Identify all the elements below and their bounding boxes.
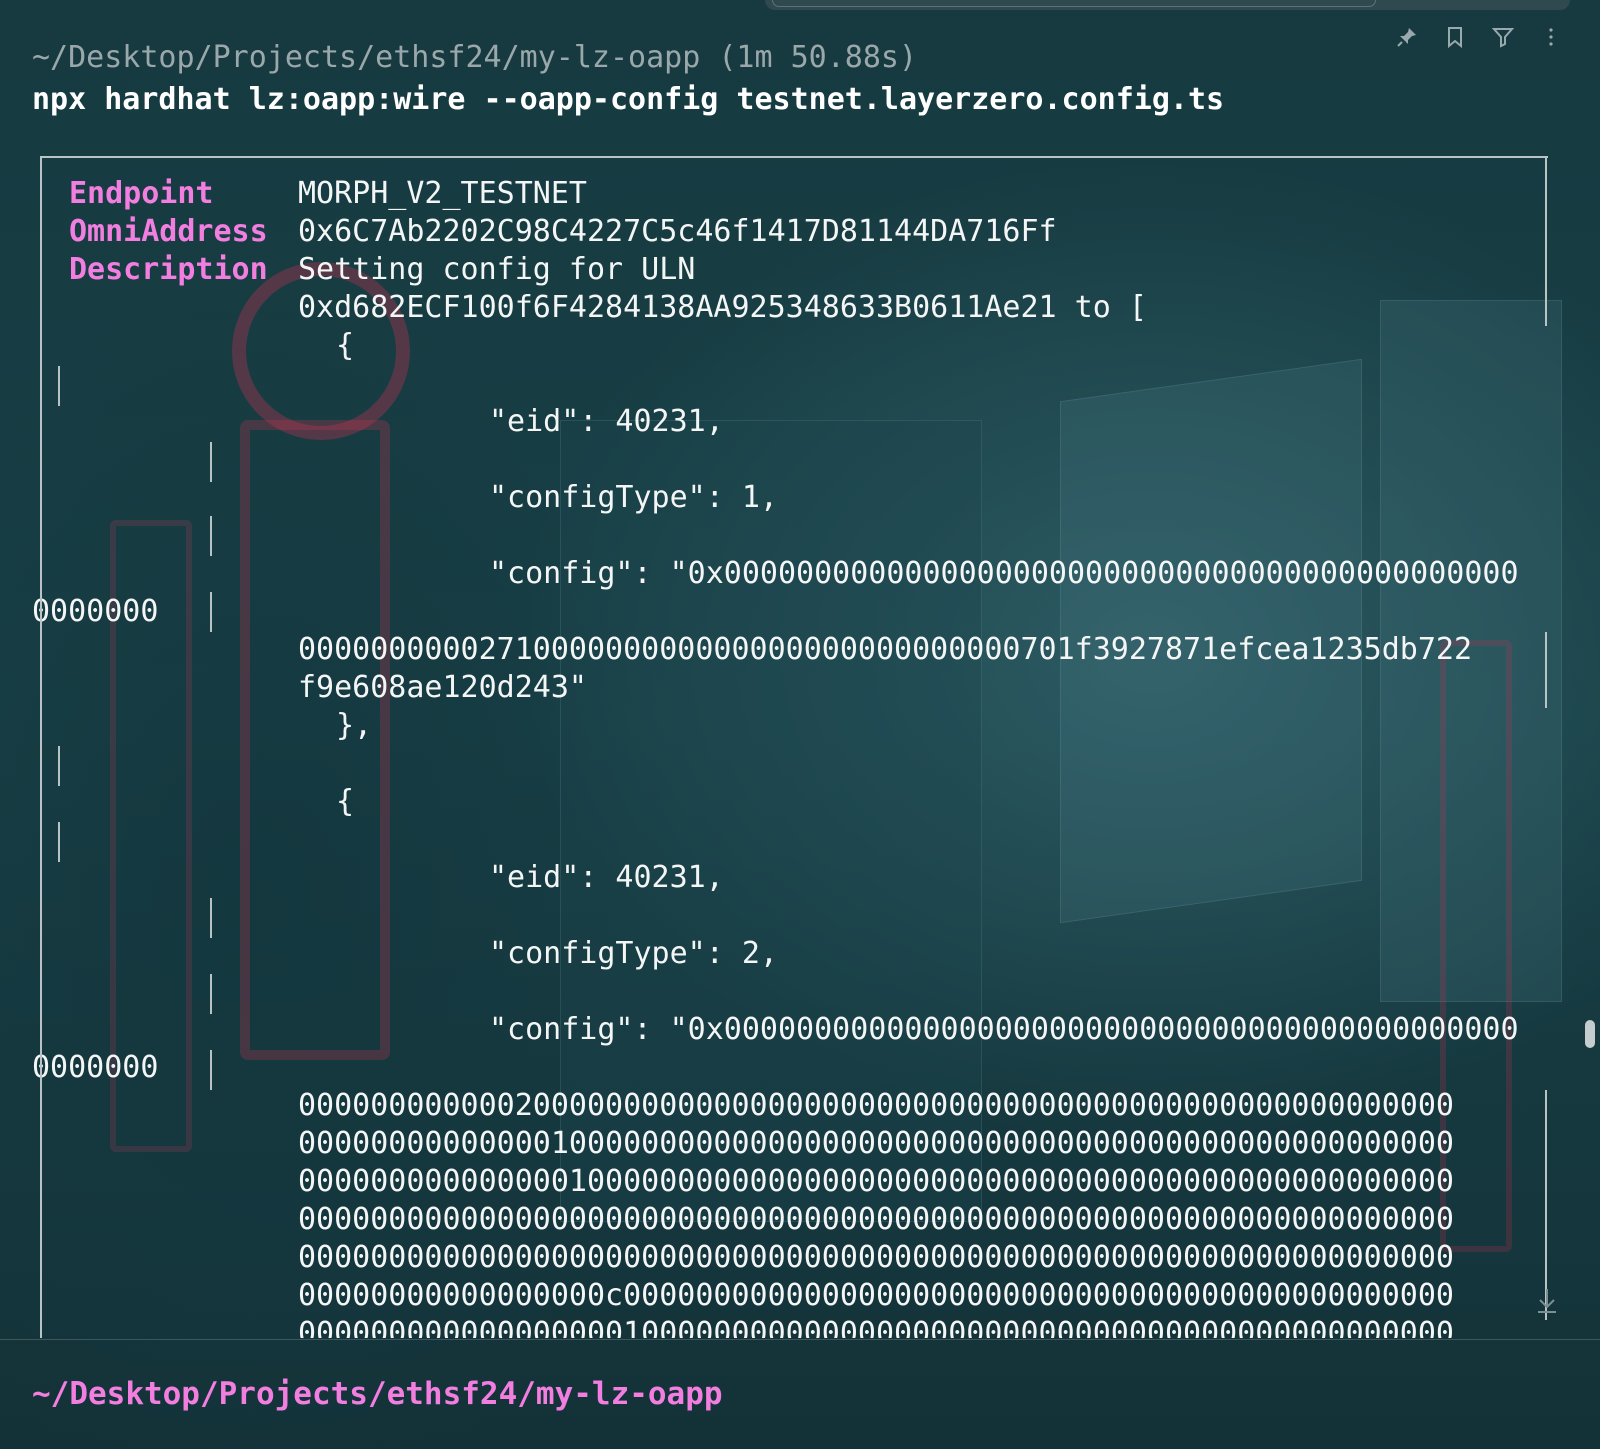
output-table-border	[40, 156, 1548, 1338]
table-border-segment	[58, 746, 60, 786]
scrollbar-thumb[interactable]	[1585, 1020, 1595, 1048]
command-text[interactable]: npx hardhat lz:oapp:wire --oapp-config t…	[32, 82, 1224, 117]
input-divider	[0, 1339, 1600, 1340]
command-cwd-duration: ~/Desktop/Projects/ethsf24/my-lz-oapp (1…	[32, 40, 918, 75]
filter-icon[interactable]	[1490, 24, 1516, 50]
window-top-tab[interactable]	[772, 0, 1376, 7]
table-border-segment	[1545, 632, 1547, 708]
prompt-cwd[interactable]: ~/Desktop/Projects/ethsf24/my-lz-oapp	[32, 1376, 723, 1412]
output-table-border-right	[1545, 156, 1547, 326]
table-border-segment	[58, 366, 60, 406]
pin-icon[interactable]	[1394, 24, 1420, 50]
table-border-segment	[210, 1050, 212, 1090]
bookmark-icon[interactable]	[1442, 24, 1468, 50]
table-border-segment	[210, 974, 212, 1014]
table-border-segment	[58, 822, 60, 862]
table-border-segment	[210, 516, 212, 556]
table-border-segment	[210, 898, 212, 938]
scroll-to-bottom-icon[interactable]	[1532, 1285, 1562, 1315]
block-toolbar	[1394, 24, 1564, 50]
table-border-segment	[210, 592, 212, 632]
more-icon[interactable]	[1538, 24, 1564, 50]
table-border-segment	[210, 442, 212, 482]
